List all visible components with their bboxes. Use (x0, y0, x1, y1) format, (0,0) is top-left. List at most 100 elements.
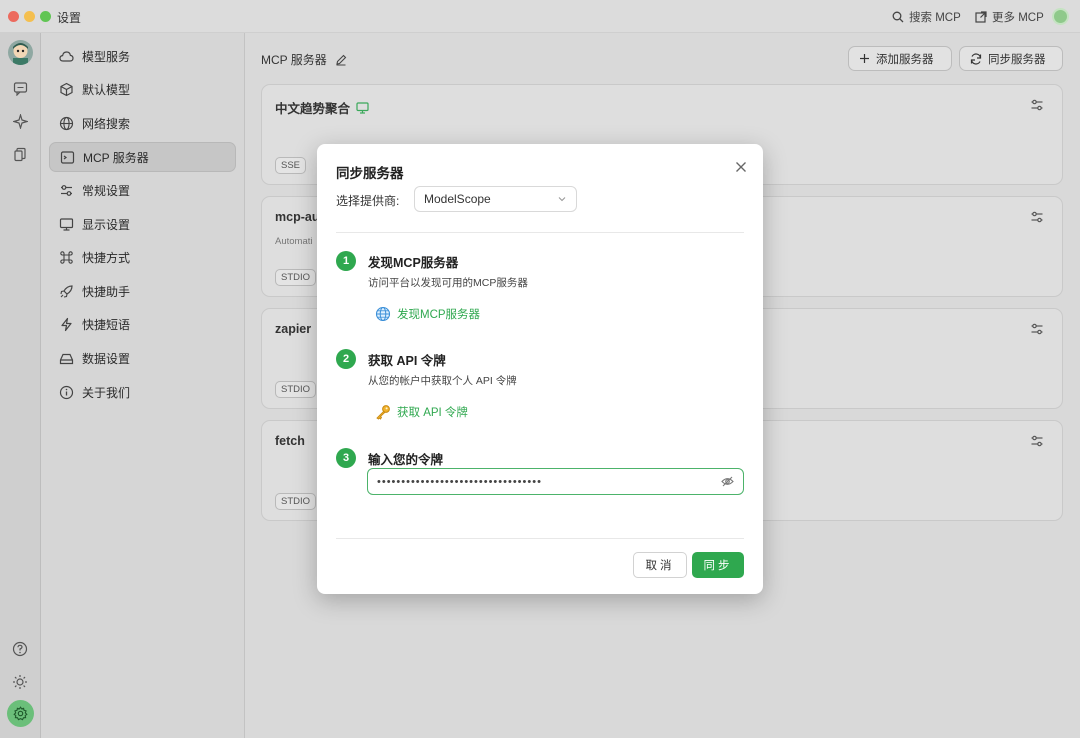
discover-mcp-link[interactable]: 发现MCP服务器 (375, 306, 480, 322)
globe-icon (59, 116, 74, 130)
dialog-title: 同步服务器 (336, 166, 404, 181)
sidebar-item-display-settings[interactable]: 显示设置 (49, 209, 236, 239)
monitor-icon (59, 217, 74, 231)
server-card-title: zapier (275, 322, 311, 336)
more-mcp-label: 更多 MCP (992, 12, 1044, 24)
files-icon[interactable] (11, 145, 29, 163)
cancel-button[interactable]: 取消 (633, 552, 687, 578)
status-check-icon (1052, 8, 1069, 25)
sparkle-icon[interactable] (11, 112, 29, 130)
provider-selected-value: ModelScope (424, 192, 491, 206)
gear-icon (13, 706, 28, 721)
step-title: 获取 API 令牌 (368, 354, 446, 368)
cube-icon (60, 82, 73, 96)
chat-icon[interactable] (11, 79, 29, 97)
server-name: zapier (275, 322, 312, 336)
sidebar-item-data-settings[interactable]: 数据设置 (49, 343, 236, 373)
external-link-icon (975, 11, 987, 23)
key-icon (376, 405, 390, 420)
provider-select[interactable]: ModelScope (414, 186, 577, 212)
sync-servers-label: 同步服务器 (988, 53, 1046, 66)
add-server-label: 添加服务器 (876, 53, 934, 66)
server-card-title: mcp-au (275, 210, 319, 224)
sidebar-item-quick-phrases[interactable]: 快捷短语 (49, 309, 236, 339)
server-type-badge: STDIO (275, 381, 317, 398)
sliders-icon (61, 184, 72, 196)
sidebar-item-label: 数据设置 (82, 351, 131, 366)
info-icon (59, 385, 74, 399)
search-icon (892, 11, 904, 23)
sidebar-item-label: 模型服务 (82, 49, 131, 64)
zap-icon (61, 317, 72, 331)
edit-icon[interactable] (335, 54, 347, 66)
divider (336, 538, 744, 539)
minimize-window-button[interactable] (24, 11, 35, 22)
get-api-token-link-label: 获取 API 令牌 (397, 407, 468, 419)
sidebar-item-about-us[interactable]: 关于我们 (49, 377, 236, 407)
drive-icon (59, 353, 74, 364)
help-icon[interactable] (11, 640, 29, 658)
close-icon[interactable] (734, 160, 748, 174)
chevron-down-icon (558, 197, 566, 202)
sidebar-item-label: 快捷短语 (82, 317, 131, 332)
sidebar-item-label: 快捷方式 (82, 250, 131, 265)
window-title: 设置 (57, 11, 82, 25)
server-name: mcp-au (275, 210, 320, 224)
server-type-badge: SSE (275, 157, 307, 174)
server-description: Automati (275, 236, 313, 247)
title-bar: 设置 搜索 MCP 更多 MCP (0, 0, 1080, 33)
avatar[interactable] (8, 40, 33, 65)
sidebar-item-default-model[interactable]: 默认模型 (49, 74, 236, 104)
sidebar-item-mcp-servers[interactable]: MCP 服务器 (49, 142, 236, 172)
close-window-button[interactable] (8, 11, 19, 22)
settings-gear-button[interactable] (7, 700, 34, 727)
server-type-badge: STDIO (275, 269, 317, 286)
step-title: 输入您的令牌 (368, 453, 444, 467)
settings-sliders-icon[interactable] (1030, 210, 1044, 224)
sidebar-item-label: 默认模型 (82, 82, 131, 97)
monitor-icon (356, 101, 369, 114)
icon-rail (0, 33, 41, 738)
add-server-button[interactable]: 添加服务器 (848, 46, 952, 71)
get-api-token-link[interactable]: 获取 API 令牌 (375, 404, 468, 420)
server-card-title: fetch (275, 434, 305, 448)
api-token-input[interactable]: •••••••••••••••••••••••••••••••••• (367, 468, 744, 495)
settings-sliders-icon[interactable] (1030, 98, 1044, 112)
sidebar-item-model-services[interactable]: 模型服务 (49, 41, 236, 71)
rocket-icon (60, 284, 73, 298)
settings-sidebar: 模型服务 默认模型 网络搜索 MCP 服务器 常规设置 显示设置 快捷方式 快捷… (41, 33, 245, 738)
terminal-icon (60, 150, 75, 164)
step-title: 发现MCP服务器 (368, 256, 459, 270)
page-title: MCP 服务器 (261, 51, 347, 68)
provider-label: 选择提供商: (336, 194, 400, 208)
step-description: 从您的帐户中获取个人 API 令牌 (368, 375, 517, 387)
sync-servers-dialog: 同步服务器 选择提供商: ModelScope 1 发现MCP服务器 访问平台以… (317, 144, 763, 594)
server-type-badge: STDIO (275, 493, 317, 510)
sidebar-item-label: 常规设置 (82, 183, 131, 198)
sidebar-item-general-settings[interactable]: 常规设置 (49, 175, 236, 205)
settings-sliders-icon[interactable] (1030, 434, 1044, 448)
server-name: fetch (275, 434, 305, 448)
sidebar-item-label: 网络搜索 (82, 116, 131, 131)
sync-servers-button[interactable]: 同步服务器 (959, 46, 1063, 71)
command-icon (60, 250, 73, 264)
server-name: 中文趋势聚合 (275, 102, 351, 116)
eye-off-icon[interactable] (721, 475, 734, 488)
search-mcp-label: 搜索 MCP (909, 12, 961, 24)
sidebar-item-shortcuts[interactable]: 快捷方式 (49, 242, 236, 272)
sync-confirm-button[interactable]: 同步 (692, 552, 744, 578)
sidebar-item-quick-assistant[interactable]: 快捷助手 (49, 276, 236, 306)
api-token-value: •••••••••••••••••••••••••••••••••• (377, 475, 542, 488)
plus-icon (860, 54, 869, 63)
step-description: 访问平台以发现可用的MCP服务器 (368, 277, 528, 289)
settings-sliders-icon[interactable] (1030, 322, 1044, 336)
more-mcp-button[interactable]: 更多 MCP (975, 9, 1044, 25)
server-card-title: 中文趋势聚合 (275, 98, 369, 117)
sidebar-item-web-search[interactable]: 网络搜索 (49, 108, 236, 138)
search-mcp-button[interactable]: 搜索 MCP (892, 9, 961, 25)
step-number-badge: 1 (336, 251, 356, 271)
zoom-window-button[interactable] (40, 11, 51, 22)
cloud-icon (59, 50, 74, 62)
divider (336, 232, 744, 233)
sun-icon[interactable] (11, 673, 29, 691)
